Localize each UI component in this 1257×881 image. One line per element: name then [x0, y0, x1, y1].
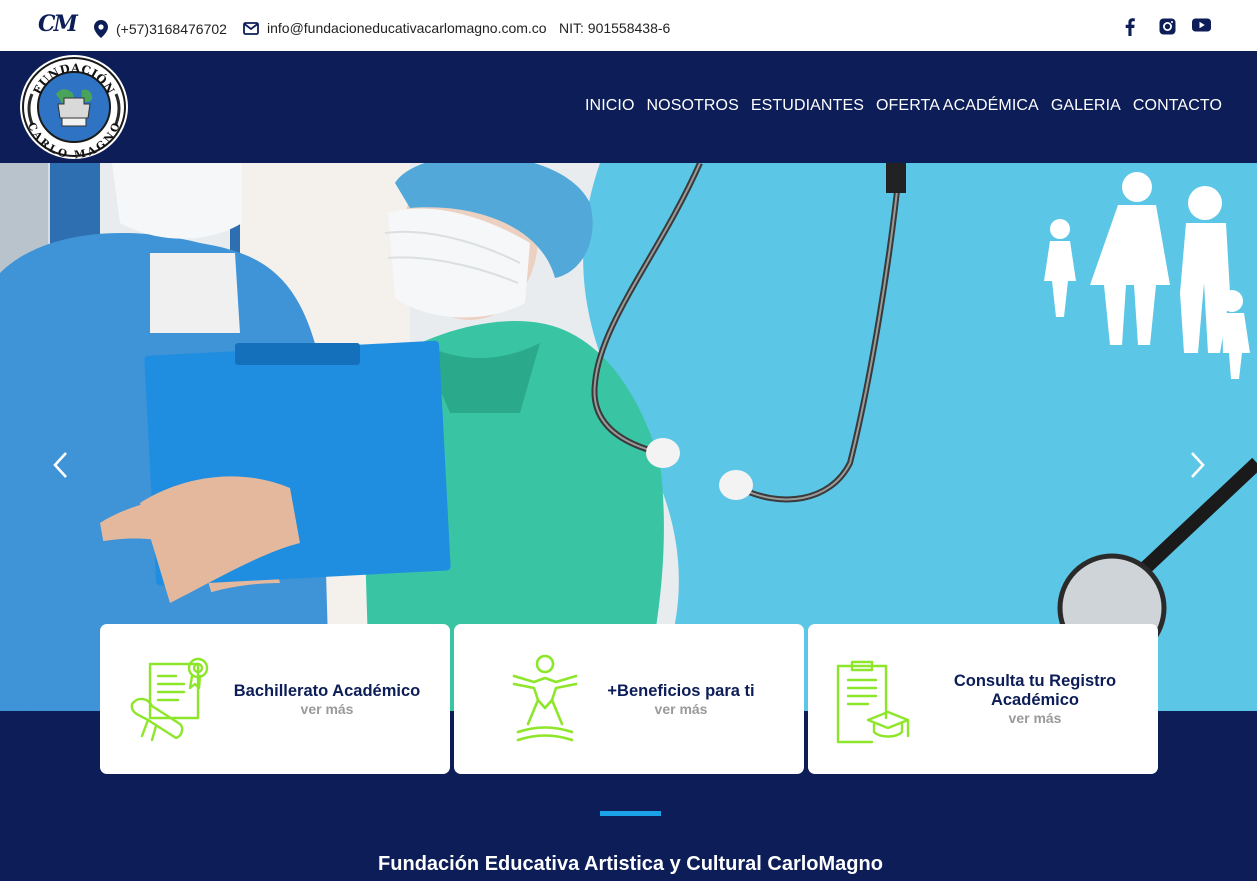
slider-prev-button[interactable] — [52, 451, 68, 485]
person-stretch-icon — [512, 654, 578, 742]
cm-logo[interactable]: CM — [38, 11, 78, 37]
nav-item-galeria[interactable]: GALERIA — [1051, 97, 1121, 115]
card-registro[interactable]: Consulta tu Registro Académico ver más — [808, 624, 1158, 774]
instagram-link[interactable] — [1159, 18, 1176, 40]
nav-item-nosotros[interactable]: NOSOTROS — [647, 97, 739, 115]
fundacion-emblem-icon: FUNDACIÓN CARLO MAGNO — [20, 55, 128, 161]
card-text: Consulta tu Registro Académico ver más — [936, 672, 1134, 727]
card-more-link[interactable]: ver más — [936, 710, 1134, 727]
main-header: FUNDACIÓN CARLO MAGNO INICIO NOSOTROS ES… — [0, 51, 1257, 163]
instagram-icon — [1159, 18, 1176, 35]
section-title: Fundación Educativa Artistica y Cultural… — [378, 853, 883, 875]
card-text: +Beneficios para ti ver más — [582, 682, 780, 718]
feature-cards: Bachillerato Académico ver más +Benefici… — [100, 624, 1158, 774]
location-pin-icon — [94, 20, 108, 38]
youtube-link[interactable] — [1192, 18, 1211, 37]
nav-item-estudiantes[interactable]: ESTUDIANTES — [751, 97, 864, 115]
mail-icon — [243, 21, 259, 35]
card-beneficios[interactable]: +Beneficios para ti ver más — [454, 624, 804, 774]
card-more-link[interactable]: ver más — [228, 701, 426, 718]
facebook-icon — [1125, 18, 1135, 36]
fundacion-logo[interactable]: FUNDACIÓN CARLO MAGNO — [18, 54, 130, 161]
card-text: Bachillerato Académico ver más — [228, 682, 426, 718]
cm-logo-text: CM — [38, 11, 78, 37]
email-text: info@fundacioneducativacarlomagno.com.co — [267, 20, 547, 36]
card-bachillerato[interactable]: Bachillerato Académico ver más — [100, 624, 450, 774]
phone-contact[interactable]: (+57)3168476702 — [94, 20, 227, 38]
slider-next-button[interactable] — [1190, 451, 1206, 485]
chevron-left-icon — [53, 452, 67, 478]
main-nav: INICIO NOSOTROS ESTUDIANTES OFERTA ACADÉ… — [585, 97, 1222, 115]
chevron-right-icon — [1191, 452, 1205, 478]
email-contact[interactable]: info@fundacioneducativacarlomagno.com.co — [243, 20, 547, 36]
facebook-link[interactable] — [1125, 18, 1135, 41]
card-title: Bachillerato Académico — [233, 682, 421, 700]
top-bar: CM (+57)3168476702 info@fundacioneducati… — [0, 0, 1257, 51]
clipboard-graduation-icon — [836, 660, 910, 744]
nav-item-oferta-academica[interactable]: OFERTA ACADÉMICA — [876, 97, 1039, 115]
card-title: +Beneficios para ti — [607, 682, 755, 700]
section-divider — [600, 811, 661, 816]
nav-item-contacto[interactable]: CONTACTO — [1133, 97, 1222, 115]
certificate-icon — [130, 657, 209, 742]
card-title: Consulta tu Registro Académico — [953, 672, 1117, 709]
nit-text: NIT: 901558438-6 — [559, 20, 671, 36]
nav-item-inicio[interactable]: INICIO — [585, 97, 635, 115]
nit-info: NIT: 901558438-6 — [559, 20, 670, 36]
card-more-link[interactable]: ver más — [582, 701, 780, 718]
youtube-icon — [1192, 18, 1211, 32]
phone-text: (+57)3168476702 — [116, 21, 227, 37]
